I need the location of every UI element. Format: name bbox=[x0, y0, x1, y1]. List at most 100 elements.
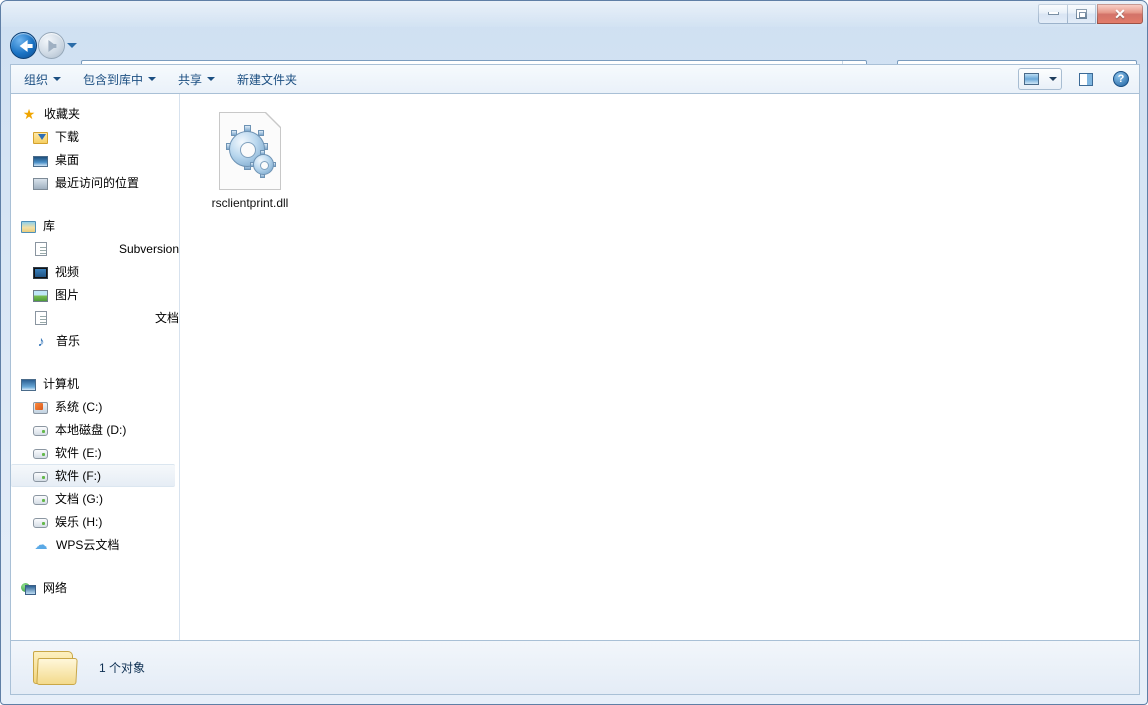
chevron-down-icon bbox=[1048, 77, 1057, 81]
sidebar-item-libraries[interactable]: 库 bbox=[11, 214, 179, 237]
maximize-icon bbox=[1076, 8, 1087, 19]
drive-icon bbox=[33, 472, 48, 482]
toolbar-organize-button[interactable]: 组织 bbox=[15, 67, 70, 92]
sidebar-item-network[interactable]: 网络 bbox=[11, 576, 179, 599]
navigation-pane[interactable]: ★ 收藏夹 下载 桌面 最近访问的位置 库 Subversion 视频 图片 文… bbox=[11, 94, 180, 640]
address-bar-row: ▸ 计算机 ▸ 软件 (F:) ▸ 系统之家 ▸ 新建文件夹 (16) ▸ rs… bbox=[1, 28, 1147, 84]
sidebar-item-label: 娱乐 (H:) bbox=[55, 515, 103, 529]
sidebar-item-recent-places[interactable]: 最近访问的位置 bbox=[11, 171, 179, 194]
sidebar-item-documents[interactable]: 文档 bbox=[11, 306, 179, 329]
sidebar-item-label: 系统 (C:) bbox=[55, 400, 103, 414]
sidebar-item-favorites[interactable]: ★ 收藏夹 bbox=[11, 102, 179, 125]
maximize-button[interactable] bbox=[1067, 3, 1096, 24]
video-icon bbox=[33, 266, 48, 279]
title-bar: ✕ bbox=[1, 1, 1147, 28]
toolbar-item-label: 组织 bbox=[24, 72, 49, 87]
document-icon bbox=[35, 242, 47, 256]
sidebar-item-music[interactable]: ♪ 音乐 bbox=[11, 329, 179, 352]
preview-pane-button[interactable] bbox=[1073, 68, 1099, 90]
page-fold-corner bbox=[266, 112, 281, 127]
help-button[interactable]: ? bbox=[1108, 68, 1134, 90]
system-drive-icon bbox=[33, 401, 48, 414]
toolbar-item-label: 包含到库中 bbox=[83, 72, 144, 87]
sidebar-item-subversion[interactable]: Subversion bbox=[11, 237, 179, 260]
sidebar-item-label: 收藏夹 bbox=[44, 107, 81, 121]
explorer-window: ✕ ▸ 计算机 ▸ 软件 (F:) ▸ 系统之家 ▸ 新建文件夹 (16) ▸ … bbox=[0, 0, 1148, 705]
toolbar-right-group: ? bbox=[1018, 68, 1139, 90]
sidebar-item-label: 文档 bbox=[154, 311, 179, 325]
libraries-icon bbox=[21, 220, 36, 233]
sidebar-item-label: 视频 bbox=[55, 265, 80, 279]
sidebar-item-downloads[interactable]: 下载 bbox=[11, 125, 179, 148]
view-layout-icon bbox=[1024, 73, 1039, 85]
change-view-button[interactable] bbox=[1018, 68, 1044, 90]
dll-gears-icon bbox=[219, 112, 281, 190]
music-icon: ♪ bbox=[37, 332, 45, 349]
preview-pane-icon bbox=[1079, 72, 1093, 86]
nav-group-favorites: ★ 收藏夹 下载 桌面 最近访问的位置 bbox=[11, 102, 179, 194]
desktop-icon bbox=[33, 155, 48, 167]
sidebar-item-drive-c[interactable]: 系统 (C:) bbox=[11, 395, 179, 418]
folder-front-shape bbox=[36, 657, 78, 685]
sidebar-item-videos[interactable]: 视频 bbox=[11, 260, 179, 283]
downloads-icon bbox=[33, 131, 48, 144]
toolbar-share-button[interactable]: 共享 bbox=[169, 67, 224, 92]
nav-group-network: 网络 bbox=[11, 576, 179, 599]
sidebar-item-label: 图片 bbox=[55, 288, 80, 302]
sidebar-item-label: 软件 (F:) bbox=[55, 469, 101, 483]
drive-icon bbox=[33, 518, 48, 528]
sidebar-item-label: 桌面 bbox=[55, 153, 80, 167]
sidebar-item-label: 网络 bbox=[43, 581, 68, 595]
folder-icon bbox=[33, 649, 79, 687]
chevron-down-icon bbox=[207, 77, 216, 81]
favorites-star-icon: ★ bbox=[22, 105, 36, 122]
recent-pages-chevron-down-icon[interactable] bbox=[67, 43, 77, 48]
sidebar-item-label: 最近访问的位置 bbox=[55, 176, 140, 190]
computer-icon bbox=[21, 378, 36, 391]
sidebar-item-drive-h[interactable]: 娱乐 (H:) bbox=[11, 510, 179, 533]
drive-icon bbox=[33, 449, 48, 459]
pictures-icon bbox=[33, 289, 48, 302]
nav-group-libraries: 库 Subversion 视频 图片 文档 ♪ 音乐 bbox=[11, 214, 179, 352]
drive-icon bbox=[33, 426, 48, 436]
file-list-view[interactable]: rsclientprint.dll bbox=[180, 94, 1139, 640]
window-controls: ✕ bbox=[1038, 3, 1143, 24]
help-icon: ? bbox=[1113, 71, 1129, 87]
sidebar-item-pictures[interactable]: 图片 bbox=[11, 283, 179, 306]
sidebar-item-desktop[interactable]: 桌面 bbox=[11, 148, 179, 171]
minimize-button[interactable] bbox=[1038, 3, 1067, 24]
sidebar-item-label: 音乐 bbox=[56, 334, 81, 348]
sidebar-item-drive-f[interactable]: 软件 (F:) bbox=[11, 464, 175, 487]
sidebar-item-label: Subversion bbox=[118, 241, 179, 256]
toolbar-include-in-library-button[interactable]: 包含到库中 bbox=[74, 67, 165, 92]
forward-arrow-icon bbox=[47, 39, 56, 52]
sidebar-item-wps-cloud[interactable]: ☁ WPS云文档 bbox=[11, 533, 179, 556]
back-button[interactable] bbox=[10, 32, 37, 59]
sidebar-item-drive-d[interactable]: 本地磁盘 (D:) bbox=[11, 418, 179, 441]
back-arrow-icon bbox=[19, 39, 33, 52]
sidebar-item-computer[interactable]: 计算机 bbox=[11, 372, 179, 395]
sidebar-item-drive-g[interactable]: 文档 (G:) bbox=[11, 487, 179, 510]
minimize-icon bbox=[1047, 12, 1059, 15]
status-bar: 1 个对象 bbox=[10, 641, 1140, 695]
small-gear-shape bbox=[253, 154, 274, 175]
drive-icon bbox=[33, 495, 48, 505]
forward-button[interactable] bbox=[38, 32, 65, 59]
toolbar-item-label: 新建文件夹 bbox=[237, 72, 298, 87]
sidebar-item-drive-e[interactable]: 软件 (E:) bbox=[11, 441, 179, 464]
sidebar-item-label: 软件 (E:) bbox=[55, 446, 102, 460]
sidebar-item-label: 计算机 bbox=[43, 377, 80, 391]
network-icon bbox=[21, 582, 36, 595]
close-button[interactable]: ✕ bbox=[1097, 3, 1143, 24]
sidebar-item-label: 库 bbox=[43, 219, 56, 233]
recent-places-icon bbox=[33, 177, 48, 190]
file-item[interactable]: rsclientprint.dll bbox=[198, 108, 302, 214]
change-view-dropdown[interactable] bbox=[1044, 68, 1062, 90]
toolbar-new-folder-button[interactable]: 新建文件夹 bbox=[228, 67, 306, 92]
file-name-label: rsclientprint.dll bbox=[211, 196, 289, 210]
sidebar-item-label: 本地磁盘 (D:) bbox=[55, 423, 127, 437]
sidebar-item-label: 下载 bbox=[55, 130, 80, 144]
